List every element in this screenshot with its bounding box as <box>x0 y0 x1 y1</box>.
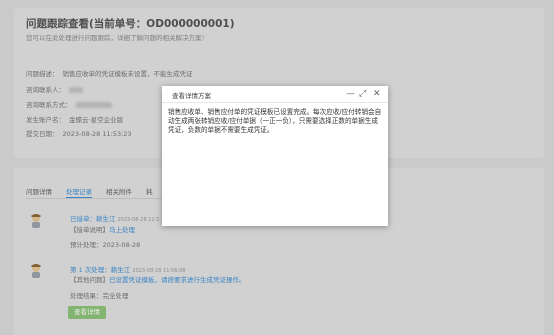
modal-title: 查看详情方案 <box>172 92 211 100</box>
minimize-icon[interactable]: — <box>346 88 355 100</box>
details-modal: 查看详情方案 — ⤢ ✕ 销售应收单、销售应付单的凭证模板已设置完成。每次应收/… <box>162 86 388 226</box>
modal-body-text: 销售应收单、销售应付单的凭证模板已设置完成。每次应收/应付转销会自动生成两张转销… <box>168 108 382 134</box>
modal-header: 查看详情方案 — ⤢ ✕ <box>162 86 388 103</box>
maximize-icon[interactable]: ⤢ <box>359 88 366 100</box>
close-icon[interactable]: ✕ <box>373 88 381 100</box>
